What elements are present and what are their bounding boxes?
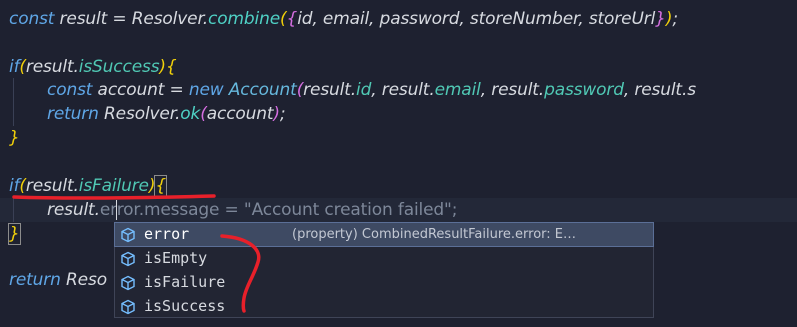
suggestion-detail: (property) CombinedResultFailure.error: … [292, 227, 577, 242]
code-line-1: const result = Resolver.combine({id, ema… [9, 9, 678, 29]
code-line-8: if(result.isFailure){ [9, 175, 167, 197]
suggestion-label: error [144, 225, 190, 243]
matched-bracket: { [154, 175, 167, 197]
inline-suggestion-ghost-text: error.message = "Account creation failed… [99, 200, 458, 220]
property-cube-icon [121, 227, 135, 243]
suggestion-item-isEmpty[interactable]: isEmpty [115, 247, 653, 270]
matched-bracket: } [8, 223, 21, 245]
code-line-12: return Reso [9, 270, 107, 290]
suggestion-label: isEmpty [144, 249, 208, 267]
code-line-4: const account = new Account(result.id, r… [47, 80, 696, 100]
suggestion-item-isFailure[interactable]: isFailure [115, 271, 653, 294]
property-cube-icon [121, 299, 135, 315]
code-line-6: } [9, 128, 20, 148]
code-line-3: if(result.isSuccess){ [9, 57, 177, 77]
property-cube-icon [121, 251, 135, 267]
code-line-5: return Resolver.ok(account); [47, 104, 286, 124]
indent-guide [13, 78, 14, 126]
code-line-10: } [8, 222, 21, 246]
indent-guide [13, 198, 14, 222]
suggestion-label: isSuccess [144, 297, 226, 315]
suggestion-item-isSuccess[interactable]: isSuccess [115, 295, 653, 318]
suggestion-label: isFailure [144, 273, 226, 291]
text-cursor [116, 200, 117, 220]
autocomplete-suggestion-list[interactable]: error (property) CombinedResultFailure.e… [114, 222, 654, 318]
suggestion-item-error[interactable]: error (property) CombinedResultFailure.e… [114, 222, 654, 247]
code-line-9: result.error.message = "Account creation… [47, 200, 458, 220]
property-cube-icon [121, 275, 135, 291]
